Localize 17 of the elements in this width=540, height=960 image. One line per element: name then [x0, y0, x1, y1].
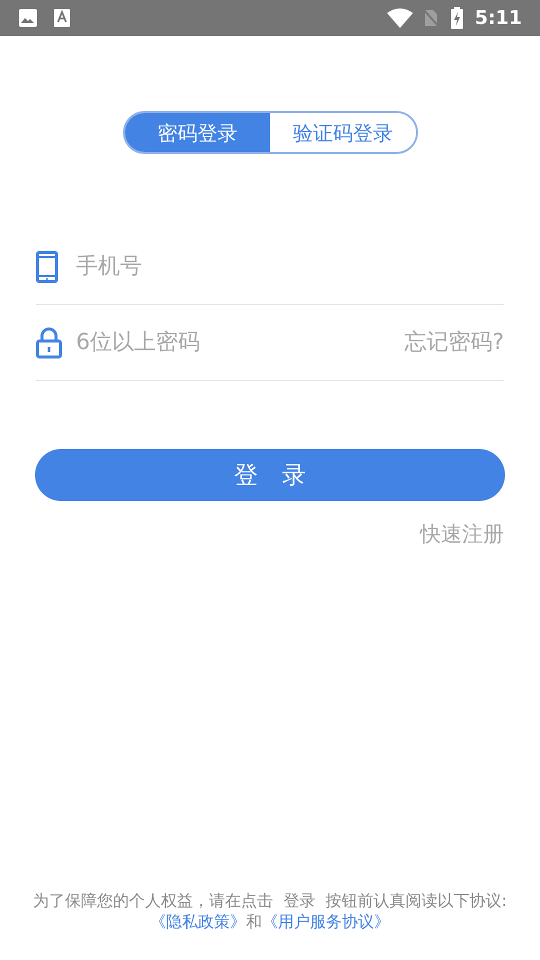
user-agreement-link[interactable]: 《用户服务协议》 [262, 912, 390, 932]
privacy-policy-link[interactable]: 《隐私政策》 [150, 912, 246, 932]
register-link[interactable]: 快速注册 [420, 519, 504, 550]
battery-charging-icon [450, 7, 463, 29]
login-button[interactable]: 登 录 [35, 449, 505, 501]
conjunction-text: 和 [246, 912, 262, 932]
phone-icon [36, 250, 58, 282]
clock: 5:11 [474, 6, 522, 31]
image-icon [18, 8, 38, 28]
login-tab[interactable]: 密码登录 [124, 113, 270, 152]
forgot-password-link[interactable]: 忘记密码? [404, 326, 504, 359]
consent-text: 为了保障您的个人权益，请在点击 登录 按钮前认真阅读以下协议: [32, 891, 508, 911]
lock-icon [36, 326, 62, 358]
phone-field[interactable]: 手机号 [76, 250, 504, 283]
font-icon [54, 9, 70, 27]
wifi-icon [386, 8, 413, 28]
password-field[interactable]: 6位以上密码 [76, 326, 404, 359]
